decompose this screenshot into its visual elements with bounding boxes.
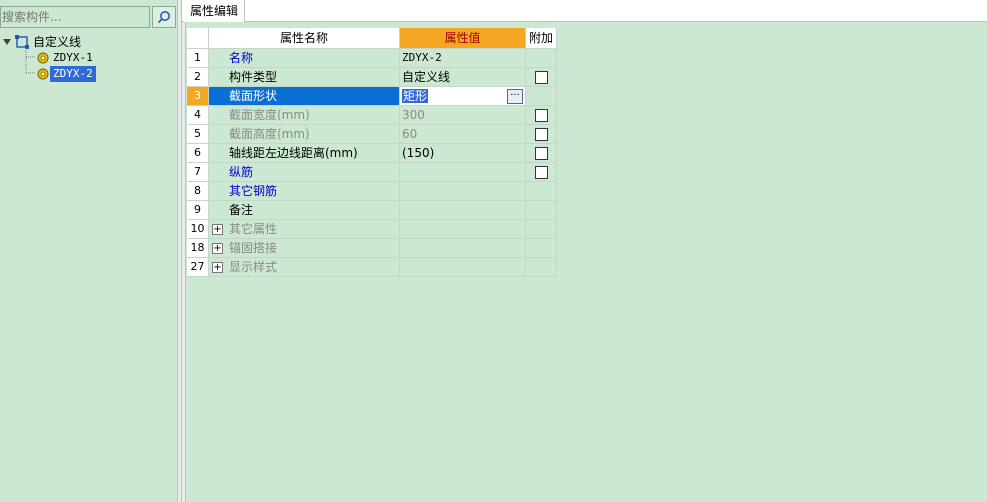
row-number: 9 (187, 201, 209, 220)
add-cell (526, 163, 557, 182)
row-number: 3 (187, 87, 209, 106)
add-checkbox[interactable] (535, 166, 548, 179)
header-property-name[interactable]: 属性名称 (209, 28, 400, 49)
property-editor-panel: 属性编辑 属性名称 属性值 附加 1 名称 ZDYX-2 2 构件类型 自定义线… (182, 0, 987, 502)
row-number: 7 (187, 163, 209, 182)
tab-property-editor[interactable]: 属性编辑 (184, 0, 246, 22)
add-cell (526, 258, 557, 277)
property-name[interactable]: 截面宽度(mm) (209, 106, 400, 125)
row-number: 8 (187, 182, 209, 201)
property-name[interactable]: + 其它属性 (209, 220, 400, 239)
search-input[interactable] (1, 7, 149, 27)
property-name[interactable]: 纵筋 (209, 163, 400, 182)
ellipsis-button[interactable]: ··· (507, 89, 523, 104)
property-value-text: 矩形 (402, 89, 429, 103)
search-button[interactable] (152, 6, 176, 28)
table-row-group[interactable]: 10 + 其它属性 (187, 220, 557, 239)
header-property-value[interactable]: 属性值 (400, 28, 526, 49)
property-name[interactable]: 截面形状 (209, 87, 400, 106)
expand-plus-icon[interactable]: + (212, 262, 223, 273)
collapse-arrow-icon[interactable] (2, 37, 12, 47)
property-value[interactable] (400, 201, 526, 220)
property-value[interactable]: (150) (400, 144, 526, 163)
table-row-selected[interactable]: 3 截面形状 矩形 ··· (187, 87, 557, 106)
property-name[interactable]: 构件类型 (209, 68, 400, 87)
add-cell (526, 201, 557, 220)
search-box[interactable] (0, 6, 150, 28)
table-row-group[interactable]: 18 + 锚固搭接 (187, 239, 557, 258)
add-checkbox[interactable] (535, 147, 548, 160)
add-checkbox[interactable] (535, 128, 548, 141)
add-cell (526, 182, 557, 201)
table-row[interactable]: 7 纵筋 (187, 163, 557, 182)
row-number: 4 (187, 106, 209, 125)
property-value[interactable]: ZDYX-2 (400, 49, 526, 68)
group-label: 显示样式 (229, 260, 278, 274)
property-name[interactable]: 名称 (209, 49, 400, 68)
tree-node-label: ZDYX-1 (53, 51, 93, 64)
component-tree-panel: 自定义线 ZDYX-1 ZDYX-2 (0, 0, 177, 502)
property-value[interactable]: 60 (400, 125, 526, 144)
row-number: 27 (187, 258, 209, 277)
gear-icon (37, 68, 49, 80)
add-cell (526, 68, 557, 87)
property-name[interactable]: + 锚固搭接 (209, 239, 400, 258)
add-cell (526, 239, 557, 258)
property-value (400, 220, 526, 239)
property-value (400, 258, 526, 277)
property-value-editor[interactable]: 矩形 ··· (400, 87, 526, 106)
row-number: 2 (187, 68, 209, 87)
table-row[interactable]: 8 其它钢筋 (187, 182, 557, 201)
tree-node-label-selected: ZDYX-2 (50, 66, 96, 82)
table-row[interactable]: 9 备注 (187, 201, 557, 220)
add-cell (526, 106, 557, 125)
group-label: 其它属性 (229, 222, 278, 236)
add-cell (526, 49, 557, 68)
property-value[interactable]: 300 (400, 106, 526, 125)
table-row[interactable]: 6 轴线距左边线距离(mm) (150) (187, 144, 557, 163)
property-name[interactable]: 轴线距左边线距离(mm) (209, 144, 400, 163)
add-cell (526, 87, 557, 106)
property-name[interactable]: 其它钢筋 (209, 182, 400, 201)
row-number: 1 (187, 49, 209, 68)
search-icon (157, 11, 170, 24)
expand-plus-icon[interactable]: + (212, 243, 223, 254)
table-row[interactable]: 5 截面高度(mm) 60 (187, 125, 557, 144)
row-number: 18 (187, 239, 209, 258)
property-value[interactable]: 自定义线 (400, 68, 526, 87)
expand-plus-icon[interactable]: + (212, 224, 223, 235)
property-value[interactable] (400, 182, 526, 201)
tab-divider (182, 22, 186, 502)
table-row[interactable]: 1 名称 ZDYX-2 (187, 49, 557, 68)
property-value (400, 239, 526, 258)
row-number: 5 (187, 125, 209, 144)
add-cell (526, 220, 557, 239)
tree-node-zdyx-1[interactable]: ZDYX-1 (36, 50, 96, 66)
table-row[interactable]: 2 构件类型 自定义线 (187, 68, 557, 87)
group-label: 锚固搭接 (229, 241, 278, 255)
property-name[interactable]: + 显示样式 (209, 258, 400, 277)
property-value[interactable] (400, 163, 526, 182)
header-row-number (187, 28, 209, 49)
table-row[interactable]: 4 截面宽度(mm) 300 (187, 106, 557, 125)
row-number: 6 (187, 144, 209, 163)
row-number: 10 (187, 220, 209, 239)
tab-strip: 属性编辑 (182, 0, 987, 22)
property-name[interactable]: 截面高度(mm) (209, 125, 400, 144)
add-checkbox[interactable] (535, 109, 548, 122)
gear-icon (37, 52, 49, 64)
table-row-group[interactable]: 27 + 显示样式 (187, 258, 557, 277)
header-add[interactable]: 附加 (526, 28, 557, 49)
property-name[interactable]: 备注 (209, 201, 400, 220)
tree-node-zdyx-2[interactable]: ZDYX-2 (36, 66, 96, 82)
add-cell (526, 144, 557, 163)
add-checkbox[interactable] (535, 71, 548, 84)
add-cell (526, 125, 557, 144)
